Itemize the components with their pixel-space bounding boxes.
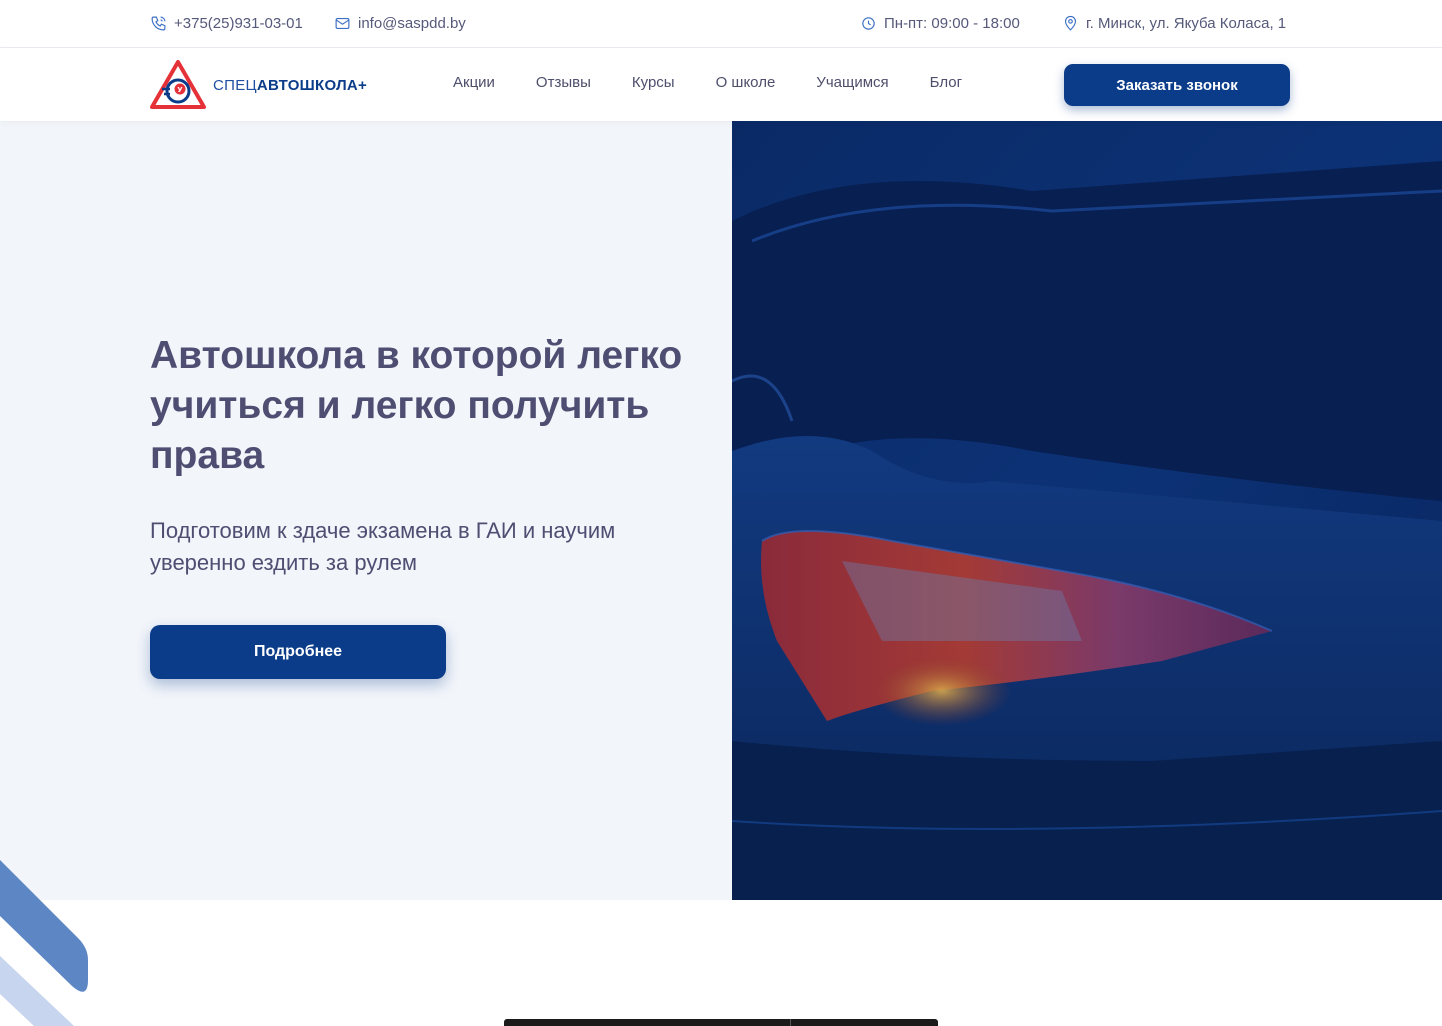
email-link[interactable]: info@saspdd.by bbox=[334, 13, 466, 33]
address-link[interactable]: г. Минск, ул. Якуба Коласа, 1 bbox=[1062, 13, 1286, 33]
logo-icon: У bbox=[150, 60, 206, 109]
hours-text: Пн-пт: 09:00 - 18:00 bbox=[884, 14, 1020, 32]
nav-item-students[interactable]: Учащимся bbox=[816, 74, 888, 91]
nav-item-courses[interactable]: Курсы bbox=[632, 74, 675, 91]
nav-item-blog[interactable]: Блог bbox=[930, 74, 962, 91]
email-text: info@saspdd.by bbox=[358, 14, 466, 32]
address-text: г. Минск, ул. Якуба Коласа, 1 bbox=[1086, 14, 1287, 32]
phone-link[interactable]: +375(25)931-03-01 bbox=[150, 13, 303, 33]
location-pin-icon bbox=[1064, 15, 1077, 31]
bottom-dark-bar bbox=[504, 1019, 938, 1026]
logo-text: СПЕЦАВТОШКОЛА+ bbox=[213, 77, 367, 94]
logo-badge: У bbox=[177, 86, 183, 94]
mail-icon bbox=[335, 17, 350, 29]
request-call-button[interactable]: Заказать звонок bbox=[1064, 64, 1290, 106]
nav-item-reviews[interactable]: Отзывы bbox=[536, 74, 591, 91]
working-hours: Пн-пт: 09:00 - 18:00 bbox=[860, 13, 1020, 33]
hero-subtitle: Подготовим к здаче экзамена в ГАИ и науч… bbox=[150, 518, 616, 575]
nav-item-promotions[interactable]: Акции bbox=[453, 74, 495, 91]
nav-item-about[interactable]: О школе bbox=[716, 74, 776, 91]
main-nav: Акции Отзывы Курсы О школе Учащимся Блог bbox=[453, 74, 1003, 91]
hero-section: Автошкола в которой легко учиться и легк… bbox=[0, 121, 732, 900]
bottom-bar-divider bbox=[790, 1019, 791, 1026]
phone-icon bbox=[151, 16, 166, 30]
top-info-bar: +375(25)931-03-01 info@saspdd.by Пн-пт: … bbox=[0, 0, 1442, 48]
hero-title: Автошкола в которой легко учиться и легк… bbox=[150, 334, 683, 477]
logo-text-bold: АВТОШКОЛА+ bbox=[256, 76, 368, 94]
more-button[interactable]: Подробнее bbox=[150, 625, 446, 679]
main-header: У СПЕЦАВТОШКОЛА+ Акции Отзывы Курсы О шк… bbox=[0, 48, 1442, 121]
phone-text: +375(25)931-03-01 bbox=[174, 14, 303, 32]
decorative-stripes bbox=[0, 860, 88, 1026]
hero-car-image bbox=[732, 121, 1442, 900]
logo-text-light: СПЕЦ bbox=[213, 76, 257, 94]
car-rear-illustration bbox=[732, 121, 1442, 900]
clock-icon bbox=[862, 16, 875, 30]
logo[interactable]: У СПЕЦАВТОШКОЛА+ bbox=[149, 59, 367, 111]
